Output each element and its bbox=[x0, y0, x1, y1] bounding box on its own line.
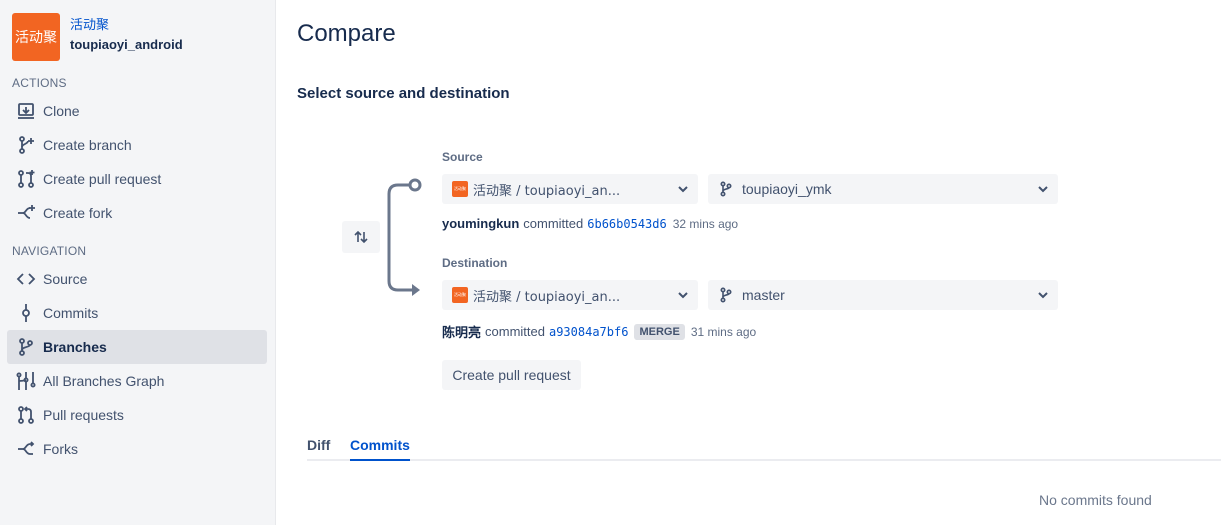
source-label: Source bbox=[442, 150, 483, 164]
sidebar-item-commits[interactable]: Commits bbox=[7, 296, 267, 330]
sidebar-item-label: Create pull request bbox=[43, 171, 162, 187]
source-repo-select[interactable]: 活动聚 活动聚 / toupiaoyi_an... bbox=[442, 174, 698, 204]
tab-commits[interactable]: Commits bbox=[350, 437, 410, 461]
chevron-down-icon bbox=[678, 186, 688, 193]
sidebar-item-create-branch[interactable]: Create branch bbox=[7, 128, 267, 162]
destination-repo-value: 活动聚 / toupiaoyi_an... bbox=[473, 289, 621, 305]
branch-icon bbox=[16, 337, 36, 357]
chevron-down-icon bbox=[1038, 186, 1048, 193]
compare-connector bbox=[387, 178, 422, 296]
sidebar-item-label: Source bbox=[43, 271, 88, 287]
commit-author[interactable]: youmingkun bbox=[442, 216, 519, 231]
source-commit-info: youmingkun committed 6b66b0543d6 32 mins… bbox=[442, 216, 738, 231]
sidebar-item-pull-requests[interactable]: Pull requests bbox=[7, 398, 267, 432]
compare-tabs: Diff Commits bbox=[307, 437, 1221, 461]
clone-icon bbox=[16, 101, 36, 121]
code-icon bbox=[16, 269, 36, 289]
chevron-down-icon bbox=[1038, 292, 1048, 299]
sidebar: 活动聚 活动聚 toupiaoyi_android ACTIONS Clone … bbox=[0, 0, 276, 525]
sidebar-item-branches[interactable]: Branches bbox=[7, 330, 267, 364]
merge-badge: MERGE bbox=[634, 323, 685, 340]
commit-time: 31 mins ago bbox=[690, 324, 757, 339]
commit-verb: committed bbox=[523, 216, 584, 231]
navigation-section-label: NAVIGATION bbox=[12, 244, 87, 258]
source-branch-value: toupiaoyi_ymk bbox=[742, 181, 832, 197]
branch-icon bbox=[720, 181, 732, 197]
repo-header: 活动聚 活动聚 toupiaoyi_android bbox=[12, 13, 183, 61]
repo-logo-icon: 活动聚 bbox=[452, 287, 468, 303]
sidebar-item-create-pull-request[interactable]: Create pull request bbox=[7, 162, 267, 196]
sidebar-item-label: Branches bbox=[43, 339, 107, 355]
swap-source-destination-button[interactable] bbox=[342, 221, 380, 253]
sidebar-item-label: Commits bbox=[43, 305, 99, 321]
branch-icon bbox=[16, 135, 36, 155]
fork-icon bbox=[16, 439, 36, 459]
commit-verb: committed bbox=[485, 324, 545, 339]
section-subtitle: Select source and destination bbox=[297, 85, 510, 102]
destination-label: Destination bbox=[442, 256, 508, 270]
tab-diff[interactable]: Diff bbox=[307, 437, 330, 459]
chevron-down-icon bbox=[678, 292, 688, 299]
sidebar-item-label: All Branches Graph bbox=[43, 373, 165, 389]
commit-hash-link[interactable]: a93084a7bf6 bbox=[549, 325, 628, 339]
destination-repo-select[interactable]: 活动聚 活动聚 / toupiaoyi_an... bbox=[442, 280, 698, 310]
sidebar-item-label: Pull requests bbox=[43, 407, 124, 423]
page-title: Compare bbox=[297, 20, 396, 47]
repo-avatar[interactable]: 活动聚 bbox=[12, 13, 60, 61]
empty-state-message: No commits found bbox=[1039, 492, 1152, 508]
commit-icon bbox=[16, 303, 36, 323]
commit-time: 32 mins ago bbox=[672, 216, 739, 231]
sidebar-item-label: Clone bbox=[43, 103, 80, 119]
commit-author[interactable]: 陈明亮 bbox=[442, 322, 481, 341]
repo-name[interactable]: toupiaoyi_android bbox=[70, 35, 183, 55]
sidebar-item-source[interactable]: Source bbox=[7, 262, 267, 296]
actions-section-label: ACTIONS bbox=[12, 76, 67, 90]
destination-branch-value: master bbox=[742, 287, 785, 303]
sidebar-item-forks[interactable]: Forks bbox=[7, 432, 267, 466]
source-branch-select[interactable]: toupiaoyi_ymk bbox=[708, 174, 1058, 204]
pull-request-icon bbox=[16, 405, 36, 425]
sidebar-item-all-branches-graph[interactable]: All Branches Graph bbox=[7, 364, 267, 398]
project-link[interactable]: 活动聚 bbox=[70, 17, 183, 35]
sidebar-item-label: Create branch bbox=[43, 137, 132, 153]
branch-icon bbox=[720, 287, 732, 303]
destination-commit-info: 陈明亮 committed a93084a7bf6 MERGE 31 mins … bbox=[442, 322, 756, 341]
repo-logo-icon: 活动聚 bbox=[452, 181, 468, 197]
create-pull-request-button[interactable]: Create pull request bbox=[442, 360, 581, 390]
graph-icon bbox=[16, 371, 36, 391]
sidebar-item-label: Forks bbox=[43, 441, 78, 457]
source-repo-value: 活动聚 / toupiaoyi_an... bbox=[473, 183, 621, 199]
fork-icon bbox=[16, 203, 36, 223]
destination-branch-select[interactable]: master bbox=[708, 280, 1058, 310]
swap-icon bbox=[354, 230, 368, 244]
sidebar-item-clone[interactable]: Clone bbox=[7, 94, 267, 128]
commit-hash-link[interactable]: 6b66b0543d6 bbox=[587, 217, 666, 231]
sidebar-item-label: Create fork bbox=[43, 205, 113, 221]
pull-request-icon bbox=[16, 169, 36, 189]
sidebar-item-create-fork[interactable]: Create fork bbox=[7, 196, 267, 230]
